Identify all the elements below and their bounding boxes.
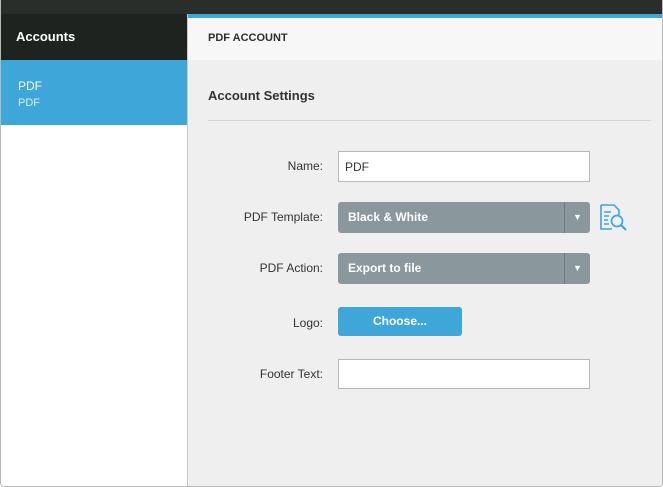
sidebar: Accounts PDF PDF (1, 14, 188, 486)
footer-text-label: Footer Text: (259, 367, 323, 381)
app-window: Accounts PDF PDF PDF ACCOUNT Account Set… (0, 0, 663, 487)
pdf-action-value: Export to file (348, 261, 422, 275)
pdf-template-select[interactable]: Black & White ▼ (338, 202, 590, 233)
pdf-action-label: PDF Action: (259, 261, 323, 275)
sidebar-header: Accounts (1, 14, 187, 60)
title-bar (1, 0, 662, 14)
sidebar-item-title: PDF (18, 79, 42, 93)
main-panel: PDF ACCOUNT Account Settings Name: PDF T… (188, 18, 662, 486)
choose-logo-button[interactable]: Choose... (338, 307, 462, 336)
template-preview-icon[interactable] (599, 202, 627, 232)
name-field[interactable] (338, 151, 590, 182)
name-label: Name: (287, 159, 323, 173)
chevron-down-icon: ▼ (573, 263, 582, 273)
page-title: PDF ACCOUNT (188, 18, 662, 60)
pdf-action-select[interactable]: Export to file ▼ (338, 253, 590, 284)
chevron-down-icon: ▼ (573, 212, 582, 222)
sidebar-item-pdf[interactable]: PDF PDF (1, 60, 187, 125)
footer-text-field[interactable] (338, 359, 590, 389)
logo-label: Logo: (292, 316, 323, 330)
section-title: Account Settings (208, 88, 315, 103)
pdf-template-value: Black & White (348, 210, 429, 224)
pdf-template-label: PDF Template: (243, 210, 323, 224)
section-divider (208, 120, 651, 121)
sidebar-item-subtitle: PDF (18, 97, 40, 109)
